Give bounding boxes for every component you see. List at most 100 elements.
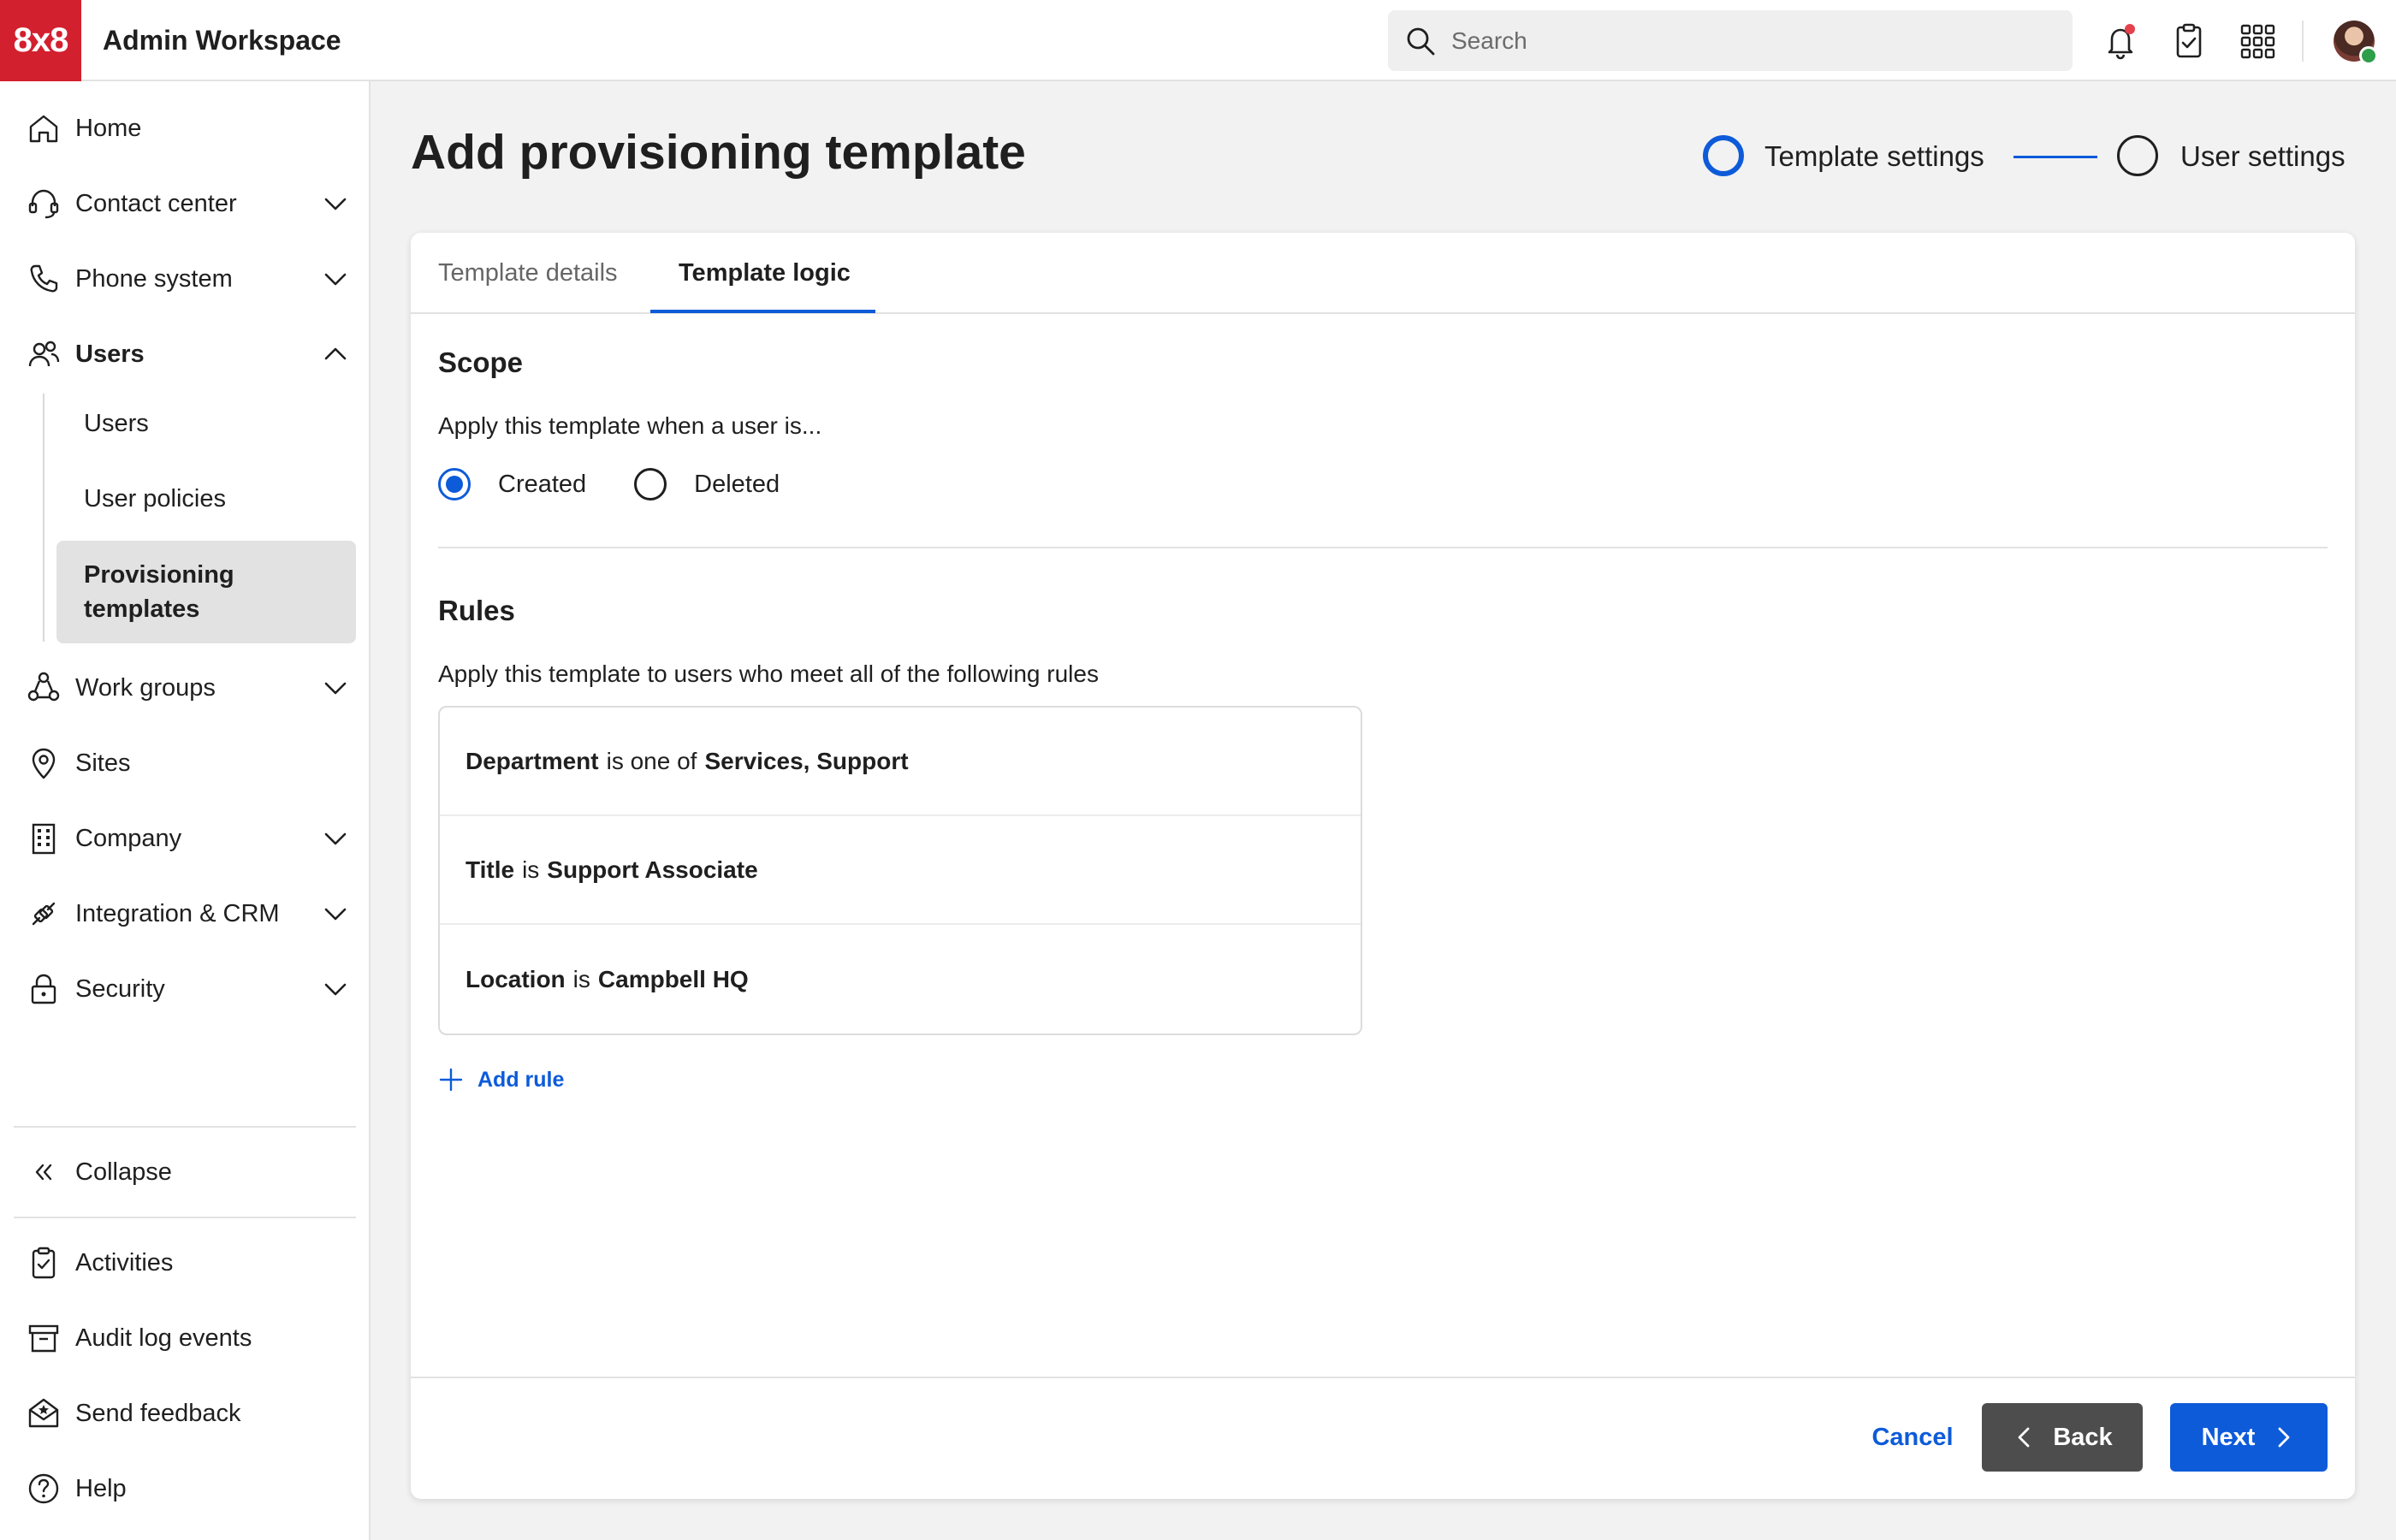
collapse-button[interactable]: Collapse [26,1142,359,1202]
collapse-label: Collapse [75,1158,172,1186]
rule-operator: is [572,965,590,992]
radio-deleted-label[interactable]: Deleted [694,471,780,499]
chevron-down-icon[interactable] [320,188,351,219]
bell-icon[interactable] [2100,21,2141,62]
rules-description: Apply this template to users who meet al… [438,660,1099,687]
radio-created[interactable] [438,468,471,500]
sidebar-item-work-groups[interactable]: Work groups [26,658,359,718]
add-rule-button[interactable]: Add rule [438,1067,564,1093]
step-current-icon [1703,135,1744,176]
sidebar-item-audit-log-events[interactable]: Audit log events [26,1308,359,1368]
rule-field: Department [466,747,599,774]
sidebar-item-activities[interactable]: Activities [26,1233,359,1293]
rule-row-title[interactable]: Title is Support Associate [440,816,1361,925]
back-label: Back [2053,1423,2113,1451]
sidebar-item-send-feedback[interactable]: Send feedback [26,1383,359,1443]
plus-icon [439,1068,463,1092]
cancel-button[interactable]: Cancel [1840,1403,1985,1472]
search-bar[interactable] [1388,10,2073,71]
chevron-down-icon[interactable] [320,672,351,703]
sidebar-divider [14,1126,356,1128]
step-upcoming-icon [2117,135,2158,176]
chevron-down-icon[interactable] [320,264,351,294]
rule-operator: is one of [606,747,697,774]
sidebar-item-label: Company [75,824,182,852]
archive-icon [28,1324,59,1353]
user-avatar[interactable] [2334,21,2378,65]
back-button[interactable]: Back [1982,1403,2143,1472]
sidebar-subitem-user-policies[interactable]: User policies [84,485,226,513]
work-groups-icon [27,672,60,702]
integration-icon [32,902,56,926]
top-bar: 8x8 Admin Workspace [0,0,2396,81]
sidebar-item-label: Integration & CRM [75,899,280,927]
tab-template-details[interactable]: Template details [438,233,618,314]
sidebar-item-label: Contact center [75,189,237,217]
phone-icon [30,264,58,293]
tab-template-logic[interactable]: Template logic [679,233,851,314]
sidebar-item-label: Work groups [75,673,216,702]
sidebar-item-label: Activities [75,1248,174,1276]
sidebar-item-contact-center[interactable]: Contact center [26,174,359,234]
chevron-up-icon[interactable] [320,339,351,370]
footer-divider [411,1377,2355,1378]
next-button[interactable]: Next [2170,1403,2328,1472]
presence-status-icon [2359,46,2378,65]
scope-description: Apply this template when a user is... [438,412,822,439]
step-label-template-settings: Template settings [1764,140,1984,172]
progress-stepper: Template settings User settings [1703,135,2353,180]
chevron-down-icon[interactable] [320,823,351,854]
sidebar-item-company[interactable]: Company [26,808,359,868]
sidebar-item-sites[interactable]: Sites [26,733,359,793]
location-pin-icon [32,748,56,779]
feedback-icon [28,1398,59,1428]
rule-value: Support Associate [547,856,758,883]
headset-icon [28,189,59,219]
submenu-indicator-line [43,394,44,642]
rules-list: Department is one of Services, Support T… [438,706,1362,1035]
sidebar-item-home[interactable]: Home [26,98,359,158]
sidebar-divider [14,1217,356,1218]
sidebar-item-label: Home [75,114,142,142]
sidebar-item-phone-system[interactable]: Phone system [26,249,359,309]
search-icon [1407,27,1435,55]
sidebar-item-help[interactable]: Help [26,1459,359,1519]
sidebar-item-label: Send feedback [75,1399,241,1427]
chevrons-left-icon [35,1164,52,1181]
step-connector [2013,156,2097,158]
sidebar-subitem-users[interactable]: Users [84,410,149,438]
next-label: Next [2201,1423,2256,1451]
chevron-down-icon[interactable] [320,974,351,1004]
sidebar-item-label: Audit log events [75,1324,252,1352]
radio-deleted[interactable] [634,468,667,500]
home-icon [29,115,58,143]
scope-title: Scope [438,346,524,378]
sidebar-item-security[interactable]: Security [26,959,359,1019]
apps-grid-icon[interactable] [2237,21,2278,62]
rule-row-location[interactable]: Location is Campbell HQ [440,925,1361,1034]
sidebar: Home Contact center Phone system Users U… [0,81,371,1540]
help-icon [28,1473,59,1504]
clipboard-check-icon[interactable] [2168,21,2209,62]
building-icon [32,823,56,855]
step-label-user-settings: User settings [2180,140,2346,172]
rule-field: Location [466,965,566,992]
chevron-right-icon [2279,1427,2290,1448]
sidebar-item-users[interactable]: Users [26,324,359,384]
rule-operator: is [522,856,540,883]
sidebar-subitem-provisioning-templates[interactable]: Provisioning templates [56,541,356,643]
scope-radio-group: Created Deleted [438,465,827,503]
8x8-logo[interactable]: 8x8 [0,0,81,81]
section-divider [438,547,2328,548]
rule-field: Title [466,856,515,883]
rule-row-department[interactable]: Department is one of Services, Support [440,708,1361,816]
sidebar-item-label: Sites [75,749,131,777]
active-tab-indicator [650,310,875,313]
search-input[interactable] [1451,27,2050,55]
sidebar-item-integration-crm[interactable]: Integration & CRM [26,884,359,944]
sidebar-item-label: Users [75,340,145,368]
sidebar-item-label: Phone system [75,264,233,293]
chevron-down-icon[interactable] [320,898,351,929]
radio-created-label[interactable]: Created [498,471,586,499]
page-title: Add provisioning template [411,125,1026,180]
